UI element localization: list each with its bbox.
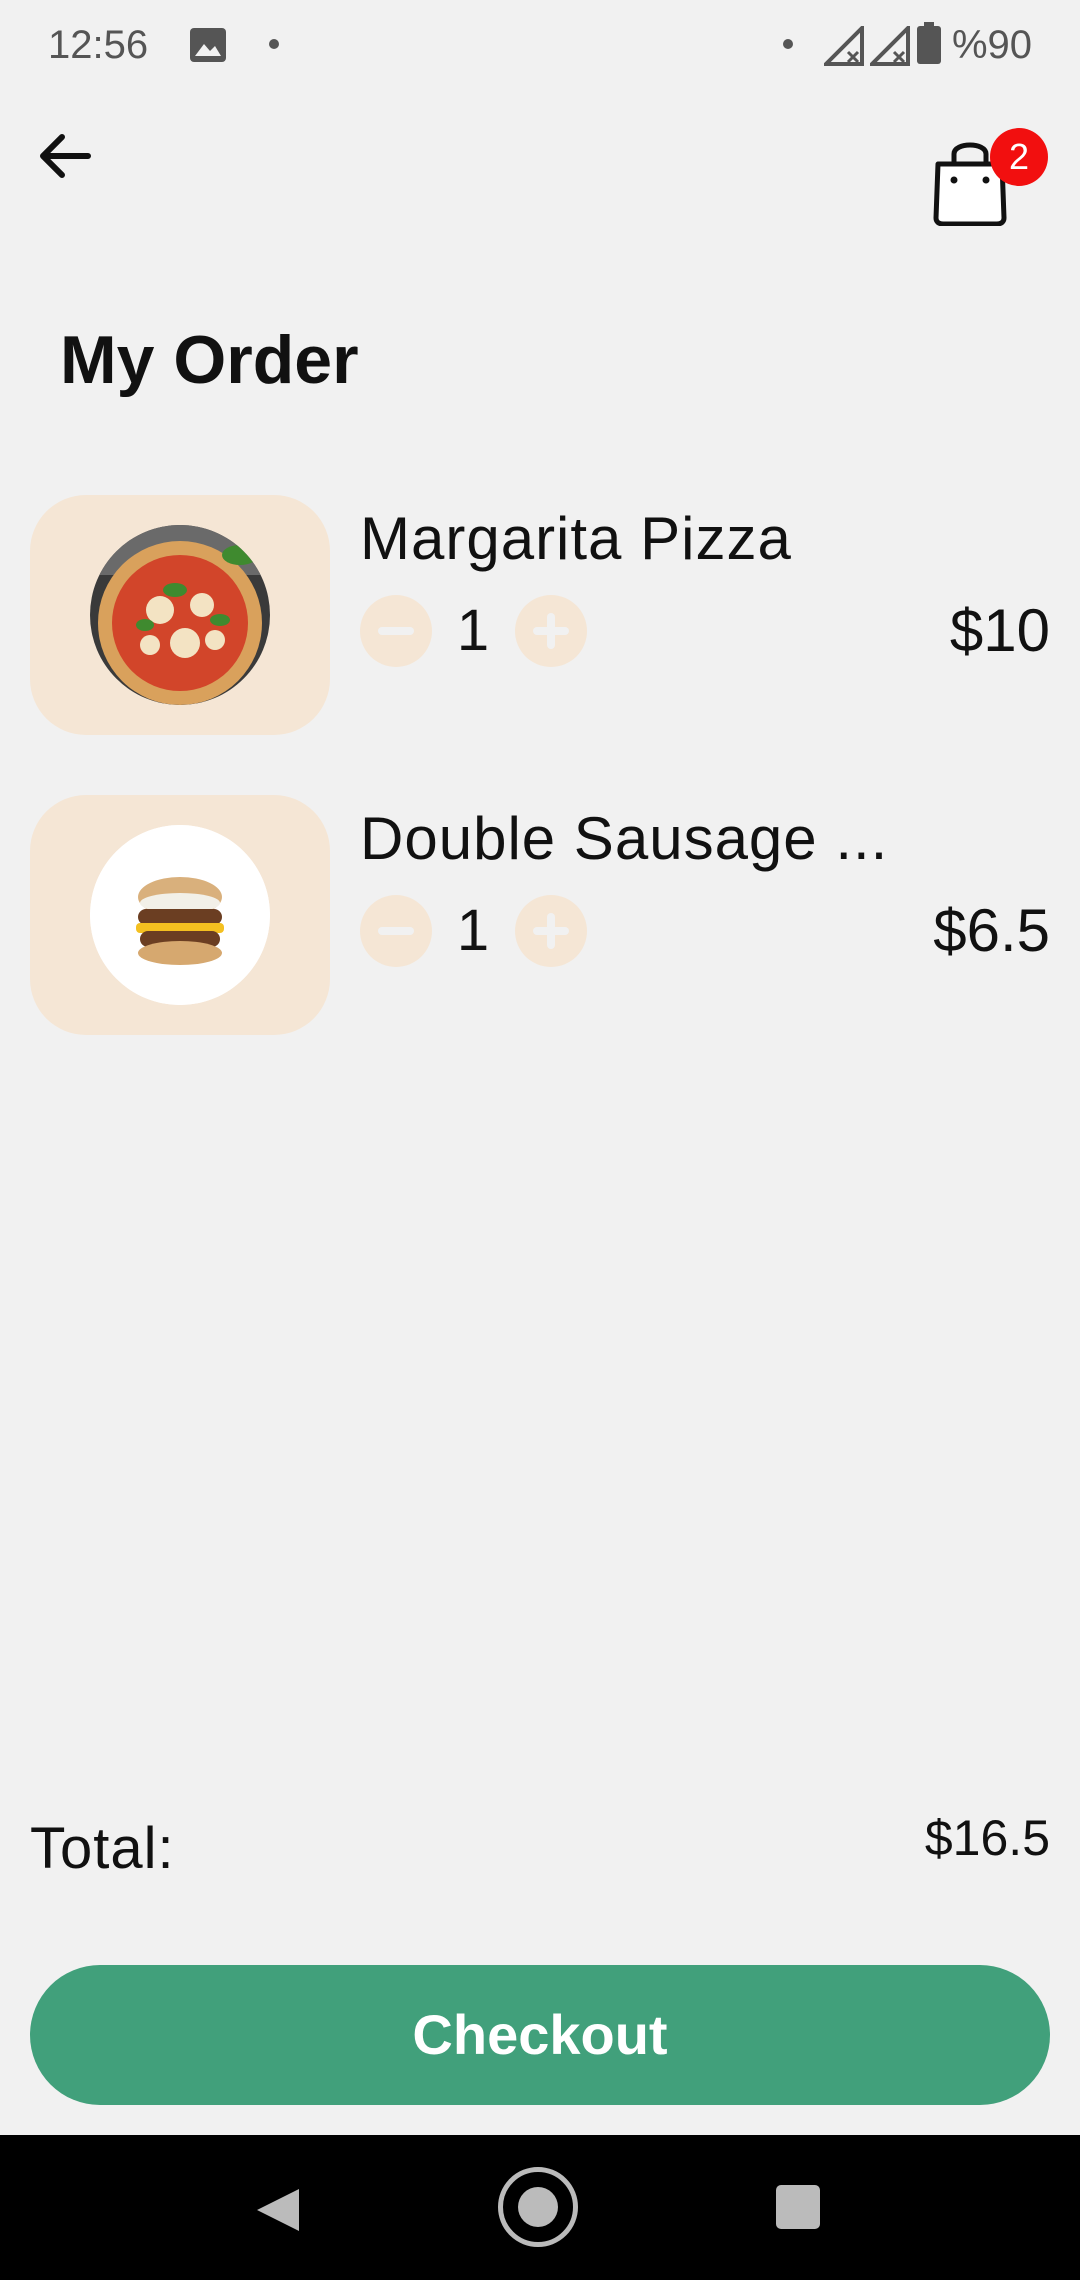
battery-percentage: %90 — [951, 23, 1032, 67]
item-name: Margarita Pizza — [360, 505, 792, 572]
checkout-button[interactable]: Checkout — [30, 1965, 1050, 2105]
signal-no-sim-icon — [824, 26, 864, 66]
item-quantity: 1 — [456, 898, 490, 963]
system-navigation-bar — [0, 2135, 1080, 2280]
item-thumbnail — [30, 495, 330, 735]
order-item: Margarita Pizza 1 $10 — [30, 495, 1050, 737]
nav-recents-icon[interactable] — [776, 2185, 820, 2229]
pizza-image — [90, 525, 270, 705]
nav-back-icon[interactable] — [255, 2187, 301, 2233]
nav-home-icon[interactable] — [498, 2167, 578, 2247]
back-button[interactable] — [28, 120, 100, 192]
status-bar: 12:56 %90 — [0, 0, 1080, 90]
order-item: Double Sausage ... 1 $6.5 — [30, 795, 1050, 1037]
decrease-quantity-button[interactable] — [360, 595, 432, 667]
battery-icon — [917, 22, 941, 64]
item-name: Double Sausage ... — [360, 805, 889, 872]
increase-quantity-button[interactable] — [515, 595, 587, 667]
gallery-notification-icon — [190, 28, 226, 62]
cart-button[interactable]: 2 — [930, 128, 1050, 228]
increase-quantity-button[interactable] — [515, 895, 587, 967]
page-title: My Order — [60, 322, 359, 398]
item-thumbnail — [30, 795, 330, 1035]
signal-no-sim-icon — [870, 26, 910, 66]
decrease-quantity-button[interactable] — [360, 895, 432, 967]
notification-dot-icon — [783, 39, 793, 49]
nav-home-dot — [518, 2187, 558, 2227]
arrow-left-icon — [40, 134, 91, 178]
total-label: Total: — [30, 1816, 175, 1881]
item-price: $10 — [949, 597, 1050, 664]
order-screen: 12:56 %90 2 My Order Margarita Pizza 1 $… — [0, 0, 1080, 2280]
cart-count-badge: 2 — [990, 128, 1048, 186]
item-price: $6.5 — [933, 897, 1050, 964]
status-time: 12:56 — [48, 23, 149, 67]
total-value: $16.5 — [924, 1810, 1050, 1866]
notification-dot-icon — [269, 39, 279, 49]
item-quantity: 1 — [456, 598, 490, 663]
burger-image — [90, 825, 270, 1005]
